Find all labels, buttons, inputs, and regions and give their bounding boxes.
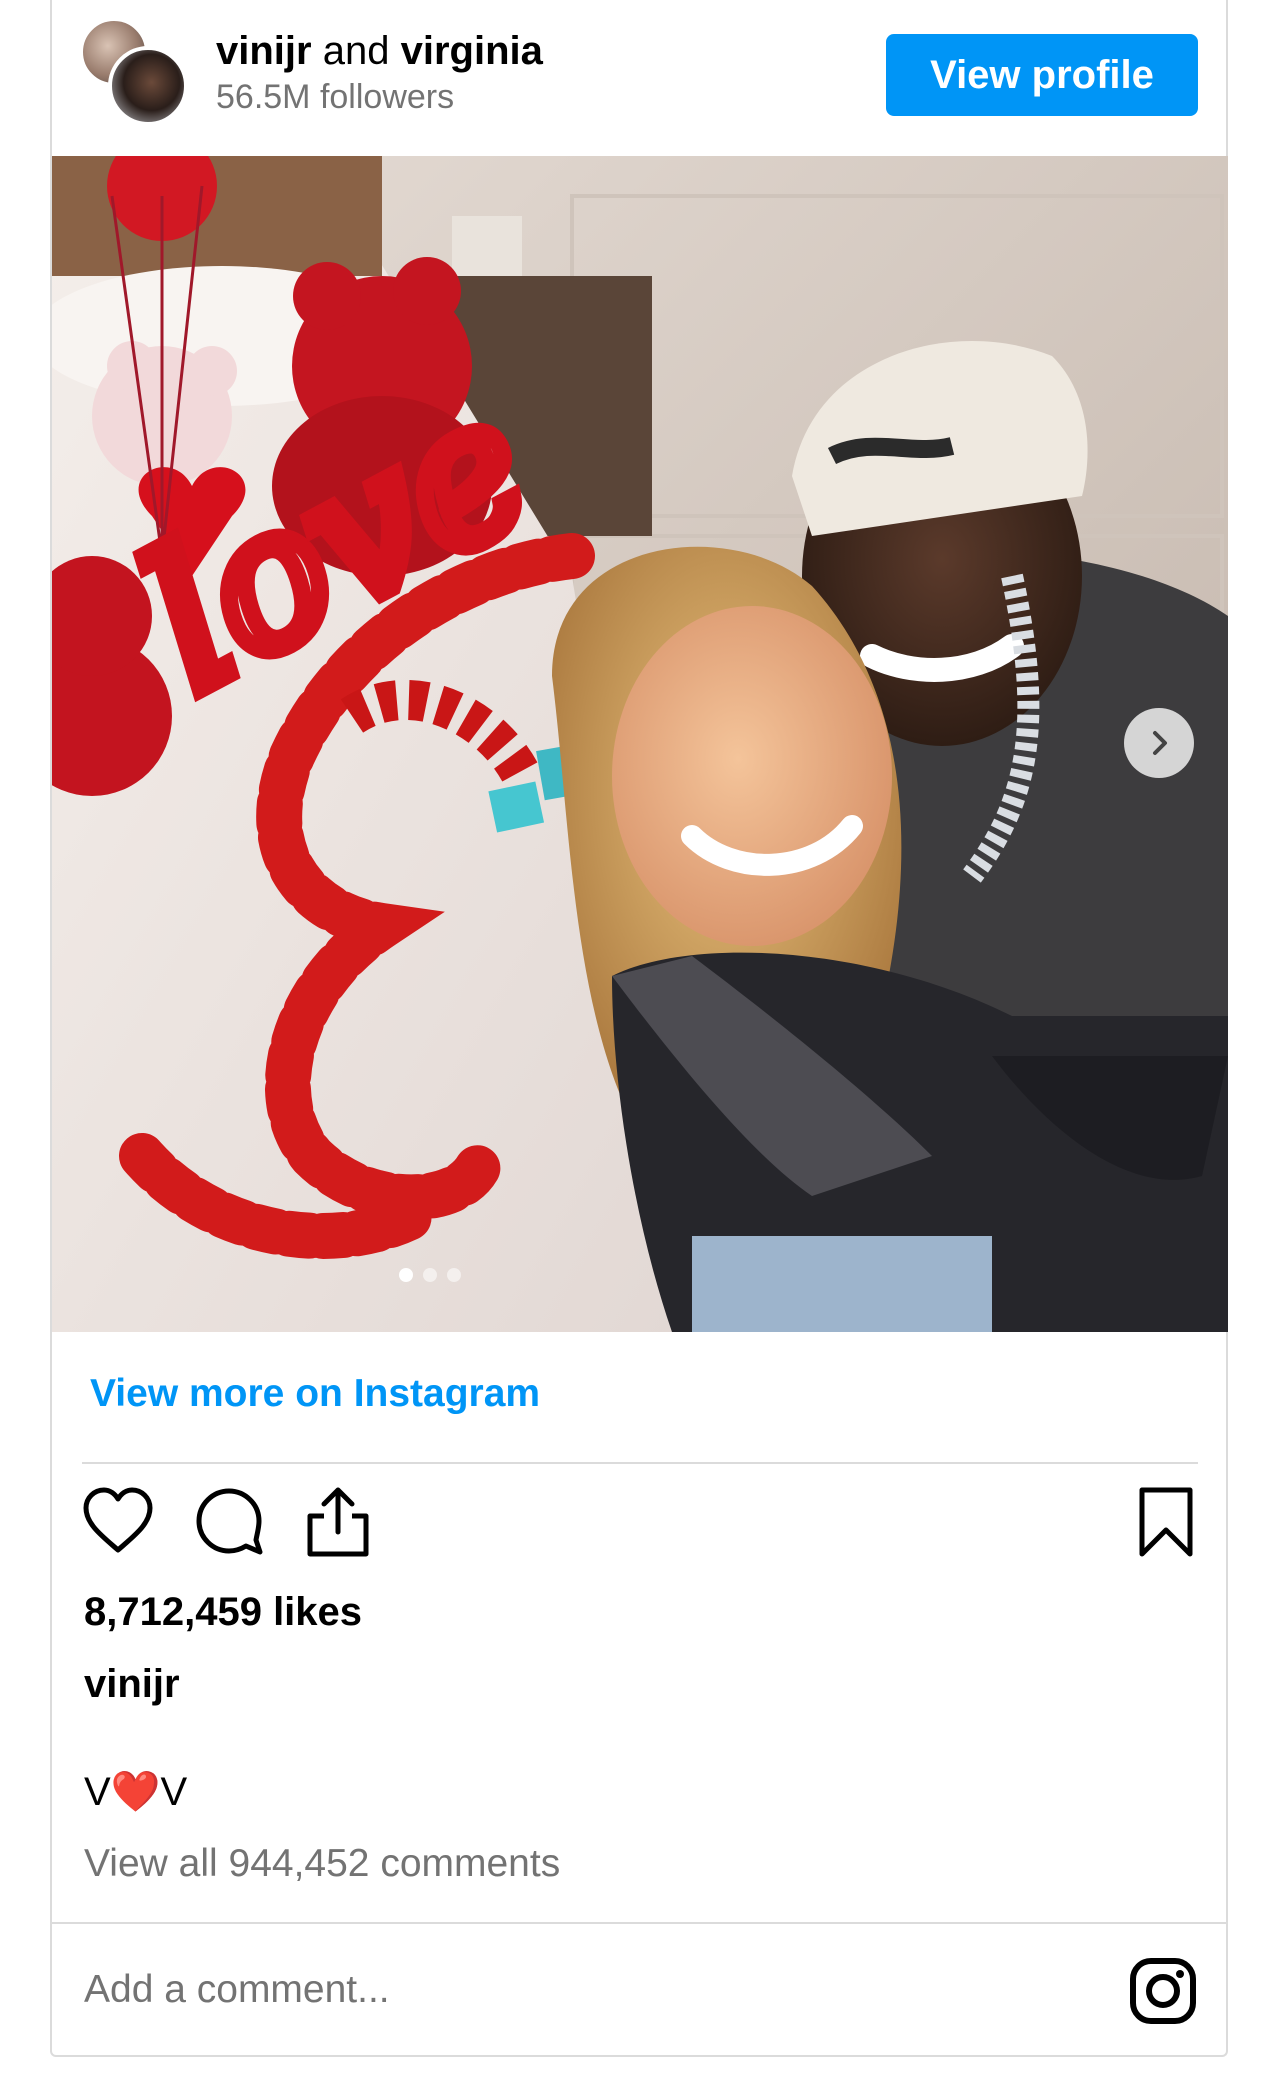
carousel-indicator <box>52 1268 1018 1282</box>
caption-text-start: V <box>84 1770 111 1814</box>
carousel-dot <box>423 1268 437 1282</box>
conjunction: and <box>322 29 390 73</box>
collab-usernames[interactable]: vinijr and virginia <box>216 28 543 74</box>
divider <box>82 1462 1198 1464</box>
chevron-right-icon <box>1153 731 1167 755</box>
post-header: vinijr and virginia 56.5M followers View… <box>52 0 1226 160</box>
follower-count: 56.5M followers <box>216 78 455 116</box>
caption-text-end: V <box>160 1770 188 1814</box>
avatar-vinijr[interactable] <box>108 46 188 126</box>
caption-username[interactable]: vinijr <box>84 1662 180 1707</box>
divider <box>52 1922 1226 1924</box>
instagram-embed-card: vinijr and virginia 56.5M followers View… <box>50 0 1228 2057</box>
view-more-link[interactable]: View more on Instagram <box>90 1372 540 1416</box>
post-image: love <box>52 156 1228 1332</box>
view-all-comments-link[interactable]: View all 944,452 comments <box>84 1842 560 1886</box>
heart-icon[interactable] <box>82 1486 154 1556</box>
share-icon[interactable] <box>304 1486 372 1558</box>
comment-icon[interactable] <box>194 1486 264 1556</box>
instagram-logo-icon[interactable] <box>1128 1956 1198 2026</box>
post-photo[interactable]: love <box>52 156 1228 1332</box>
bookmark-icon[interactable] <box>1136 1486 1196 1558</box>
carousel-dot <box>447 1268 461 1282</box>
likes-count[interactable]: 8,712,459 likes <box>84 1590 362 1635</box>
carousel-next-button[interactable] <box>1124 708 1194 778</box>
caption-text: V❤️V <box>84 1768 187 1815</box>
collab-avatars[interactable] <box>80 18 190 128</box>
view-profile-button[interactable]: View profile <box>886 34 1198 116</box>
carousel-dot <box>399 1268 413 1282</box>
username-vinijr[interactable]: vinijr <box>216 29 312 73</box>
add-comment-input[interactable]: Add a comment... <box>84 1968 390 2012</box>
heart-emoji-icon: ❤️ <box>110 1770 161 1814</box>
action-bar <box>82 1486 1198 1566</box>
username-virginia[interactable]: virginia <box>401 29 543 73</box>
